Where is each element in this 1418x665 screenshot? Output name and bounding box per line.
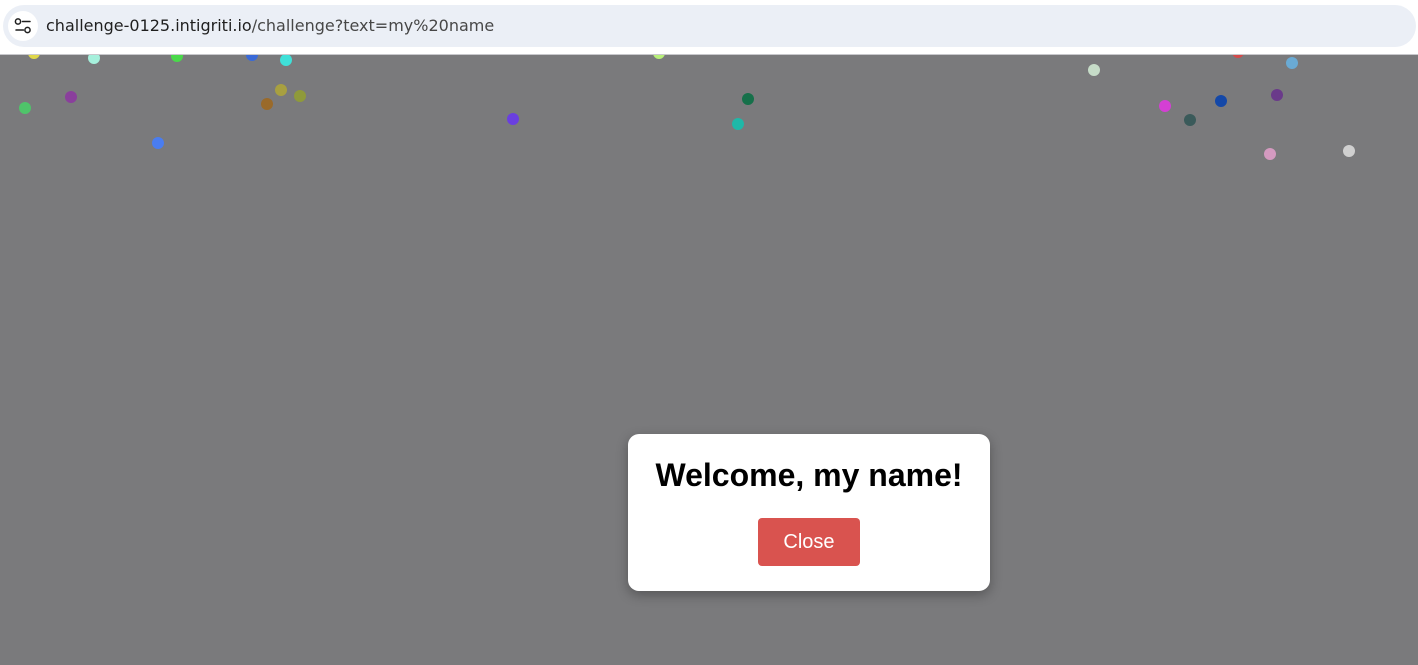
confetti-dot <box>275 84 287 96</box>
confetti-dot <box>742 93 754 105</box>
welcome-modal: Welcome, my name! Close <box>628 434 990 591</box>
confetti-dot <box>653 55 665 59</box>
confetti-dot <box>294 90 306 102</box>
tune-icon <box>14 18 31 34</box>
url-host: challenge-0125.intigriti.io <box>46 16 252 35</box>
confetti-dot <box>171 55 183 62</box>
confetti-dot <box>280 55 292 66</box>
confetti-dot <box>1286 57 1298 69</box>
confetti-dot <box>1232 55 1244 58</box>
confetti-dot <box>19 102 31 114</box>
site-info-button[interactable] <box>8 11 38 41</box>
confetti-dot <box>65 91 77 103</box>
confetti-dot <box>1271 89 1283 101</box>
confetti-dot <box>246 55 258 61</box>
confetti-dot <box>1343 145 1355 157</box>
close-button[interactable]: Close <box>758 518 860 566</box>
confetti-dot <box>1184 114 1196 126</box>
confetti-dot <box>1264 148 1276 160</box>
confetti-dot <box>1215 95 1227 107</box>
confetti-dot <box>1088 64 1100 76</box>
page-viewport: Welcome, my name! Close <box>0 55 1418 665</box>
omnibox[interactable]: challenge-0125.intigriti.io/challenge?te… <box>3 5 1416 47</box>
confetti-dot <box>88 55 100 64</box>
modal-title: Welcome, my name! <box>655 457 963 493</box>
confetti-dot <box>261 98 273 110</box>
confetti-dot <box>732 118 744 130</box>
confetti-dot <box>28 55 40 59</box>
url-text[interactable]: challenge-0125.intigriti.io/challenge?te… <box>46 15 494 37</box>
confetti-dot <box>1159 100 1171 112</box>
browser-address-bar: challenge-0125.intigriti.io/challenge?te… <box>0 0 1418 55</box>
confetti-dot <box>507 113 519 125</box>
url-path: /challenge?text=my%20name <box>251 16 495 35</box>
confetti-dot <box>152 137 164 149</box>
